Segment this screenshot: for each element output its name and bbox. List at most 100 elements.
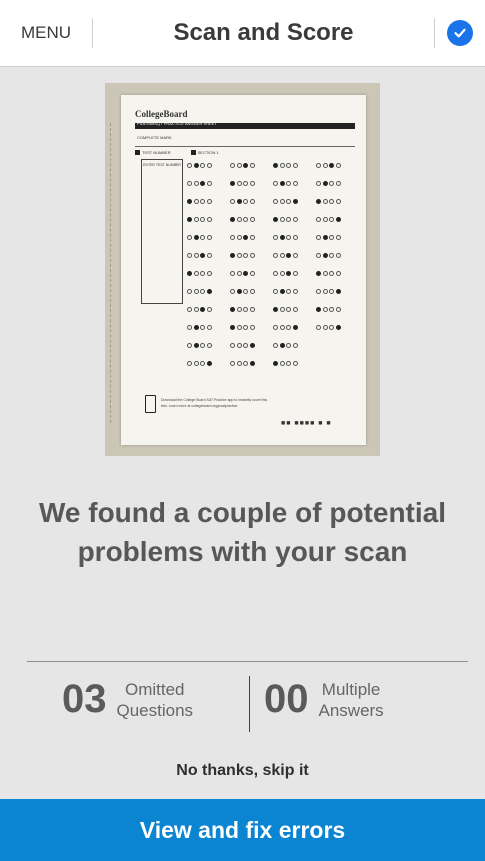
answer-bubble	[236, 252, 242, 258]
answer-bubble-row	[316, 195, 342, 207]
answer-bubble	[286, 270, 291, 276]
answer-bubble	[322, 234, 328, 240]
complete-mark-label: COMPLETE MARK	[137, 135, 172, 140]
answer-bubble	[193, 180, 199, 186]
answer-bubble	[292, 288, 298, 294]
answer-bubble	[200, 216, 205, 222]
answer-bubble	[322, 198, 328, 204]
answer-bubble	[187, 360, 192, 366]
answer-bubble	[249, 306, 255, 312]
answer-bubble-row	[230, 339, 256, 351]
omitted-count: 03	[62, 677, 107, 721]
answer-bubble-row	[230, 285, 256, 297]
answer-bubble	[236, 234, 242, 240]
confirm-button[interactable]	[434, 0, 485, 66]
answer-bubble	[286, 216, 291, 222]
answer-bubble-row	[230, 177, 256, 189]
collegeboard-logo: CollegeBoard	[135, 109, 188, 119]
answer-bubble	[286, 234, 291, 240]
answer-bubble	[230, 342, 235, 348]
multiple-answers-label: Multiple Answers	[319, 679, 384, 721]
answer-bubble	[335, 270, 341, 276]
scanned-answer-sheet-image: CollegeBoard PSAT/NMSQT PRACTICE ANSWER …	[105, 83, 380, 456]
answer-bubble	[292, 270, 298, 276]
answer-bubble	[292, 216, 298, 222]
answer-bubble	[193, 306, 199, 312]
answer-bubble	[200, 252, 205, 258]
answer-bubble-row	[187, 231, 213, 243]
answer-bubble-row	[187, 267, 213, 279]
answer-bubble	[316, 324, 321, 330]
answer-bubble-row	[273, 357, 299, 369]
skip-button[interactable]: No thanks, skip it	[0, 753, 485, 789]
answer-bubble	[236, 270, 242, 276]
answer-bubble	[322, 180, 328, 186]
answer-bubble	[322, 252, 328, 258]
view-and-fix-errors-button[interactable]: View and fix errors	[0, 799, 485, 861]
answer-bubble-row	[316, 159, 342, 171]
answer-bubble	[316, 270, 321, 276]
answer-bubble	[193, 252, 199, 258]
answer-bubble-row	[273, 267, 299, 279]
answer-bubble	[273, 180, 278, 186]
answer-bubble	[230, 180, 235, 186]
answer-bubble	[279, 360, 285, 366]
answer-bubble	[249, 180, 255, 186]
stat-label-line: Multiple	[321, 679, 381, 699]
answer-bubble-row	[230, 231, 256, 243]
answer-bubble	[335, 162, 341, 168]
page-title: Scan and Score	[173, 19, 354, 46]
answer-bubble	[230, 198, 235, 204]
answer-bubble	[322, 324, 328, 330]
answer-bubble	[206, 270, 212, 276]
answer-bubble	[206, 306, 212, 312]
answer-bubble-row	[273, 303, 299, 315]
answer-bubble	[279, 306, 285, 312]
answer-bubble-row	[187, 321, 213, 333]
answer-bubble	[322, 306, 328, 312]
answer-bubble	[316, 234, 321, 240]
answer-bubble-row	[230, 267, 256, 279]
answer-bubble	[243, 306, 248, 312]
answer-bubble-row	[273, 177, 299, 189]
answer-bubble	[249, 324, 255, 330]
answer-bubble	[230, 234, 235, 240]
answer-bubble	[187, 288, 192, 294]
answer-bubble-row	[187, 285, 213, 297]
answer-bubble	[249, 252, 255, 258]
answer-bubble	[279, 162, 285, 168]
test-number-box: ENTER TEST NUMBER	[141, 159, 183, 304]
answer-bubble	[316, 198, 321, 204]
answer-bubble	[193, 288, 199, 294]
answer-bubble	[187, 234, 192, 240]
answer-bubble	[193, 162, 199, 168]
answer-bubble	[286, 306, 291, 312]
answer-bubble	[273, 252, 278, 258]
answer-bubble	[230, 360, 235, 366]
answer-bubble	[200, 324, 205, 330]
answer-bubble	[273, 234, 278, 240]
answer-bubble	[335, 198, 341, 204]
answer-bubble	[286, 198, 291, 204]
answer-bubble	[286, 288, 291, 294]
answer-bubble	[187, 162, 192, 168]
answer-bubble	[236, 180, 242, 186]
answer-bubble-row	[230, 357, 256, 369]
answer-bubble	[230, 162, 235, 168]
menu-button[interactable]: MENU	[0, 0, 92, 66]
multiple-answers-count: 00	[264, 677, 309, 721]
answer-bubble	[329, 270, 334, 276]
answer-bubble	[273, 270, 278, 276]
answer-bubble	[316, 306, 321, 312]
answer-bubble-row	[273, 321, 299, 333]
answer-bubble	[316, 252, 321, 258]
answer-bubble	[292, 180, 298, 186]
answer-bubble-row	[273, 231, 299, 243]
answer-bubble	[329, 162, 334, 168]
answer-bubble	[243, 270, 248, 276]
answer-bubble	[249, 198, 255, 204]
answer-bubble	[206, 180, 212, 186]
answer-bubble	[292, 234, 298, 240]
answer-bubble	[200, 342, 205, 348]
answer-bubble	[273, 162, 278, 168]
